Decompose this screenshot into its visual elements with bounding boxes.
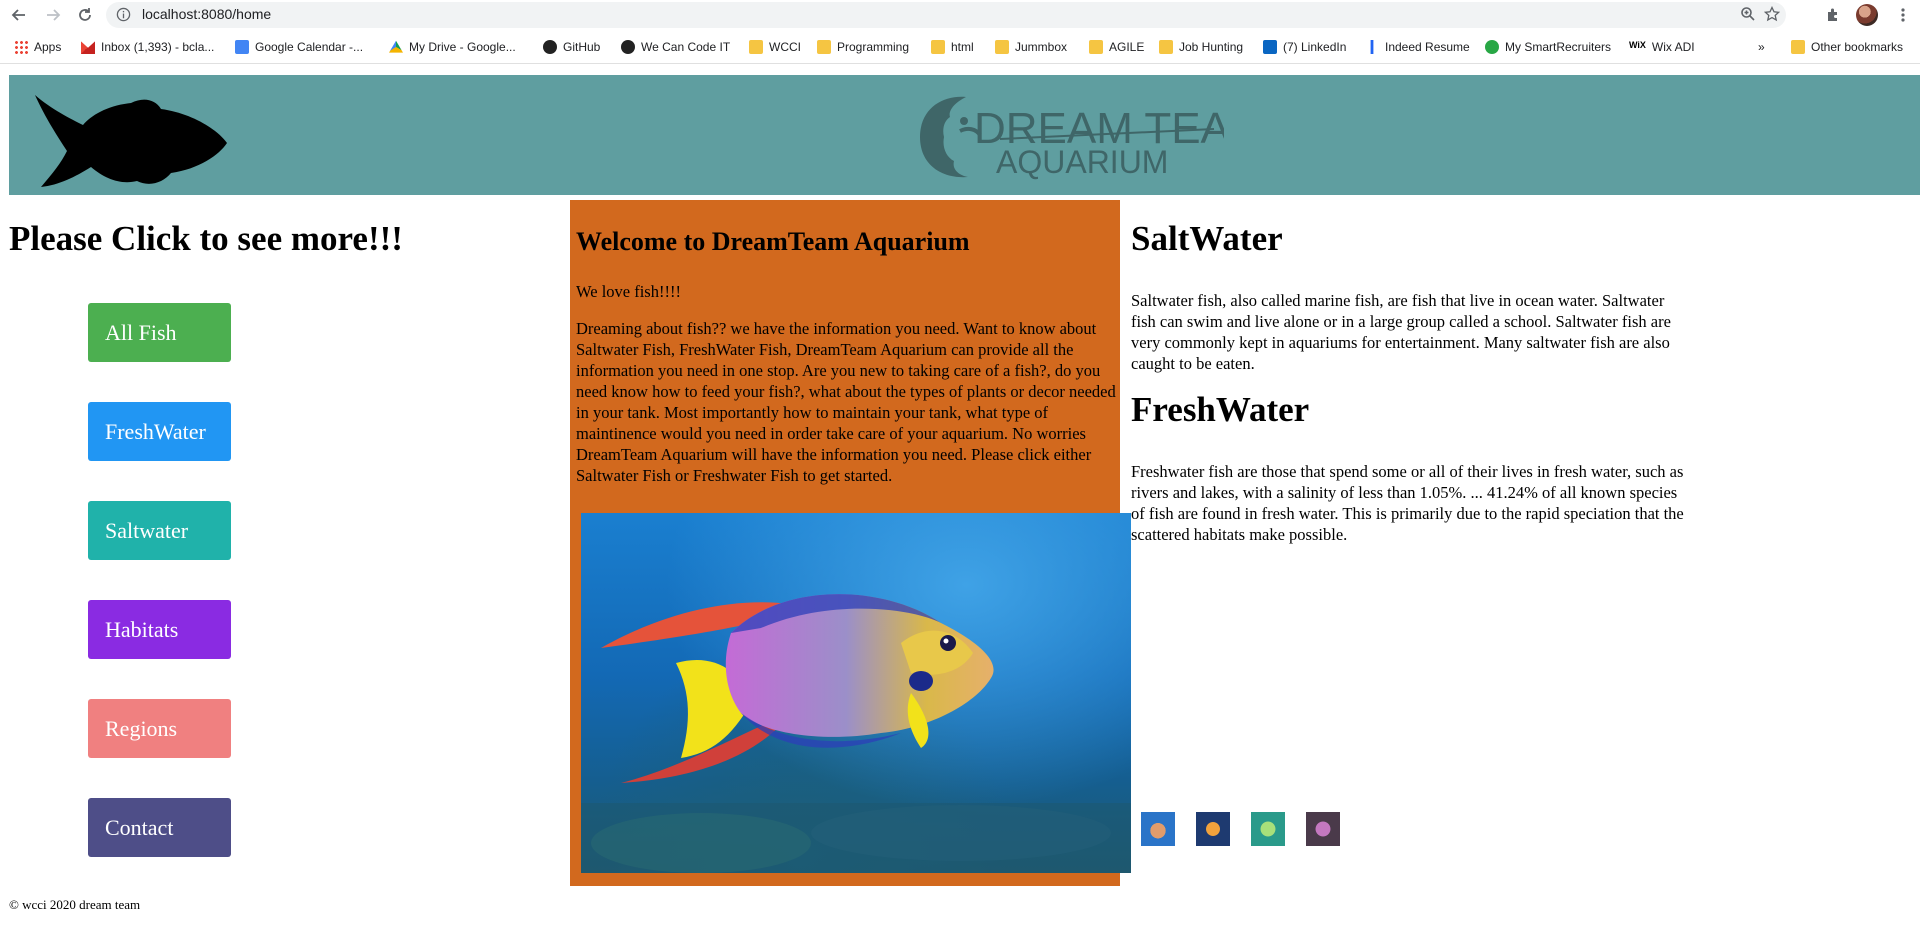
- site-header: DREAM TEAM AQUARIUM: [9, 75, 1920, 195]
- saltwater-description: Saltwater fish, also called marine fish,…: [1131, 291, 1671, 373]
- browser-toolbar: localhost:8080/home: [0, 0, 1920, 30]
- address-bar[interactable]: localhost:8080/home: [106, 2, 1786, 28]
- linkedin-icon: [1263, 40, 1277, 54]
- bookmark-html[interactable]: html: [931, 40, 974, 54]
- saltwater-heading: SaltWater: [1131, 219, 1283, 258]
- profile-avatar[interactable]: [1856, 4, 1878, 26]
- freshwater-button[interactable]: FreshWater: [88, 402, 231, 461]
- bookmark-programming[interactable]: Programming: [817, 40, 909, 54]
- github-icon: [621, 40, 635, 54]
- fish-thumbnail-2[interactable]: [1196, 812, 1230, 846]
- folder-icon: [1159, 40, 1173, 54]
- smartrecruiters-icon: [1485, 40, 1499, 54]
- folder-icon: [931, 40, 945, 54]
- angelfish-illustration: [581, 594, 1131, 873]
- bookmark-wix-adi[interactable]: WiX Wix ADI: [1629, 40, 1695, 54]
- folder-icon: [749, 40, 763, 54]
- folder-icon: [995, 40, 1009, 54]
- bookmark-other-bookmarks[interactable]: Other bookmarks: [1791, 40, 1903, 54]
- bookmark-agile[interactable]: AGILE: [1089, 40, 1144, 54]
- fish-silhouette-icon: [35, 95, 227, 187]
- extensions-puzzle-icon[interactable]: [1822, 4, 1844, 26]
- bookmark-star-icon[interactable]: [1763, 5, 1781, 25]
- bookmark-job-hunting[interactable]: Job Hunting: [1159, 40, 1243, 54]
- welcome-title: Welcome to DreamTeam Aquarium: [576, 227, 970, 256]
- saltwater-button[interactable]: Saltwater: [88, 501, 231, 560]
- bookmark-github[interactable]: GitHub: [543, 40, 600, 54]
- bookmark-we-can-code-it[interactable]: We Can Code IT: [621, 40, 730, 54]
- freshwater-heading: FreshWater: [1131, 390, 1310, 429]
- fish-thumbnail-1[interactable]: [1141, 812, 1175, 846]
- apps-grid-icon: [14, 40, 28, 54]
- welcome-tagline: We love fish!!!!: [576, 282, 681, 301]
- back-arrow-icon[interactable]: [8, 4, 30, 26]
- folder-icon: [1791, 40, 1805, 54]
- folder-icon: [817, 40, 831, 54]
- bookmark-google-calendar[interactable]: Google Calendar -...: [235, 40, 363, 54]
- footer-copyright: © wcci 2020 dream team: [9, 897, 141, 912]
- bookmark-indeed-resume[interactable]: Indeed Resume: [1365, 40, 1470, 54]
- sidebar-title: Please Click to see more!!!: [9, 219, 403, 258]
- habitats-button[interactable]: Habitats: [88, 600, 231, 659]
- regions-button[interactable]: Regions: [88, 699, 231, 758]
- dream-team-aquarium-logo: DREAM TEAM AQUARIUM: [920, 96, 1224, 180]
- zoom-icon[interactable]: [1740, 6, 1756, 25]
- freshwater-description: Freshwater fish are those that spend som…: [1131, 462, 1684, 544]
- more-bookmarks-chevron-icon[interactable]: »: [1758, 40, 1765, 54]
- bookmark-wcci[interactable]: WCCI: [749, 40, 801, 54]
- page-content: DREAM TEAM AQUARIUM Please Click to see …: [0, 64, 1920, 926]
- all-fish-button[interactable]: All Fish: [88, 303, 231, 362]
- bookmark-apps[interactable]: Apps: [14, 40, 61, 54]
- bookmark-smartrecruiters[interactable]: My SmartRecruiters: [1485, 40, 1611, 54]
- gmail-icon: [81, 41, 95, 54]
- angelfish-hero-image: [581, 513, 1131, 873]
- google-calendar-icon: [235, 40, 249, 54]
- browser-menu-icon[interactable]: [1892, 4, 1914, 26]
- folder-icon: [1089, 40, 1103, 54]
- url-text[interactable]: localhost:8080/home: [142, 6, 271, 22]
- fish-thumbnail-4[interactable]: [1306, 812, 1340, 846]
- bookmark-my-drive[interactable]: My Drive - Google...: [389, 40, 516, 54]
- logo-line2-text: AQUARIUM: [996, 144, 1168, 180]
- bookmark-inbox[interactable]: Inbox (1,393) - bcla...: [81, 40, 214, 54]
- welcome-panel: Welcome to DreamTeam Aquarium We love fi…: [570, 200, 1131, 886]
- welcome-body: Dreaming about fish?? we have the inform…: [576, 319, 1116, 485]
- bookmark-linkedin[interactable]: (7) LinkedIn: [1263, 40, 1346, 54]
- contact-button[interactable]: Contact: [88, 798, 231, 857]
- fish-thumbnail-3[interactable]: [1251, 812, 1285, 846]
- bookmark-jummbox[interactable]: Jummbox: [995, 40, 1067, 54]
- forward-arrow-icon[interactable]: [42, 4, 64, 26]
- reload-icon[interactable]: [74, 4, 96, 26]
- site-info-icon[interactable]: [116, 7, 131, 25]
- indeed-icon: [1370, 40, 1374, 54]
- github-icon: [543, 40, 557, 54]
- bookmarks-bar: Apps Inbox (1,393) - bcla... Google Cale…: [0, 34, 1920, 64]
- google-drive-icon: [389, 40, 403, 53]
- wix-icon: WiX: [1629, 40, 1646, 50]
